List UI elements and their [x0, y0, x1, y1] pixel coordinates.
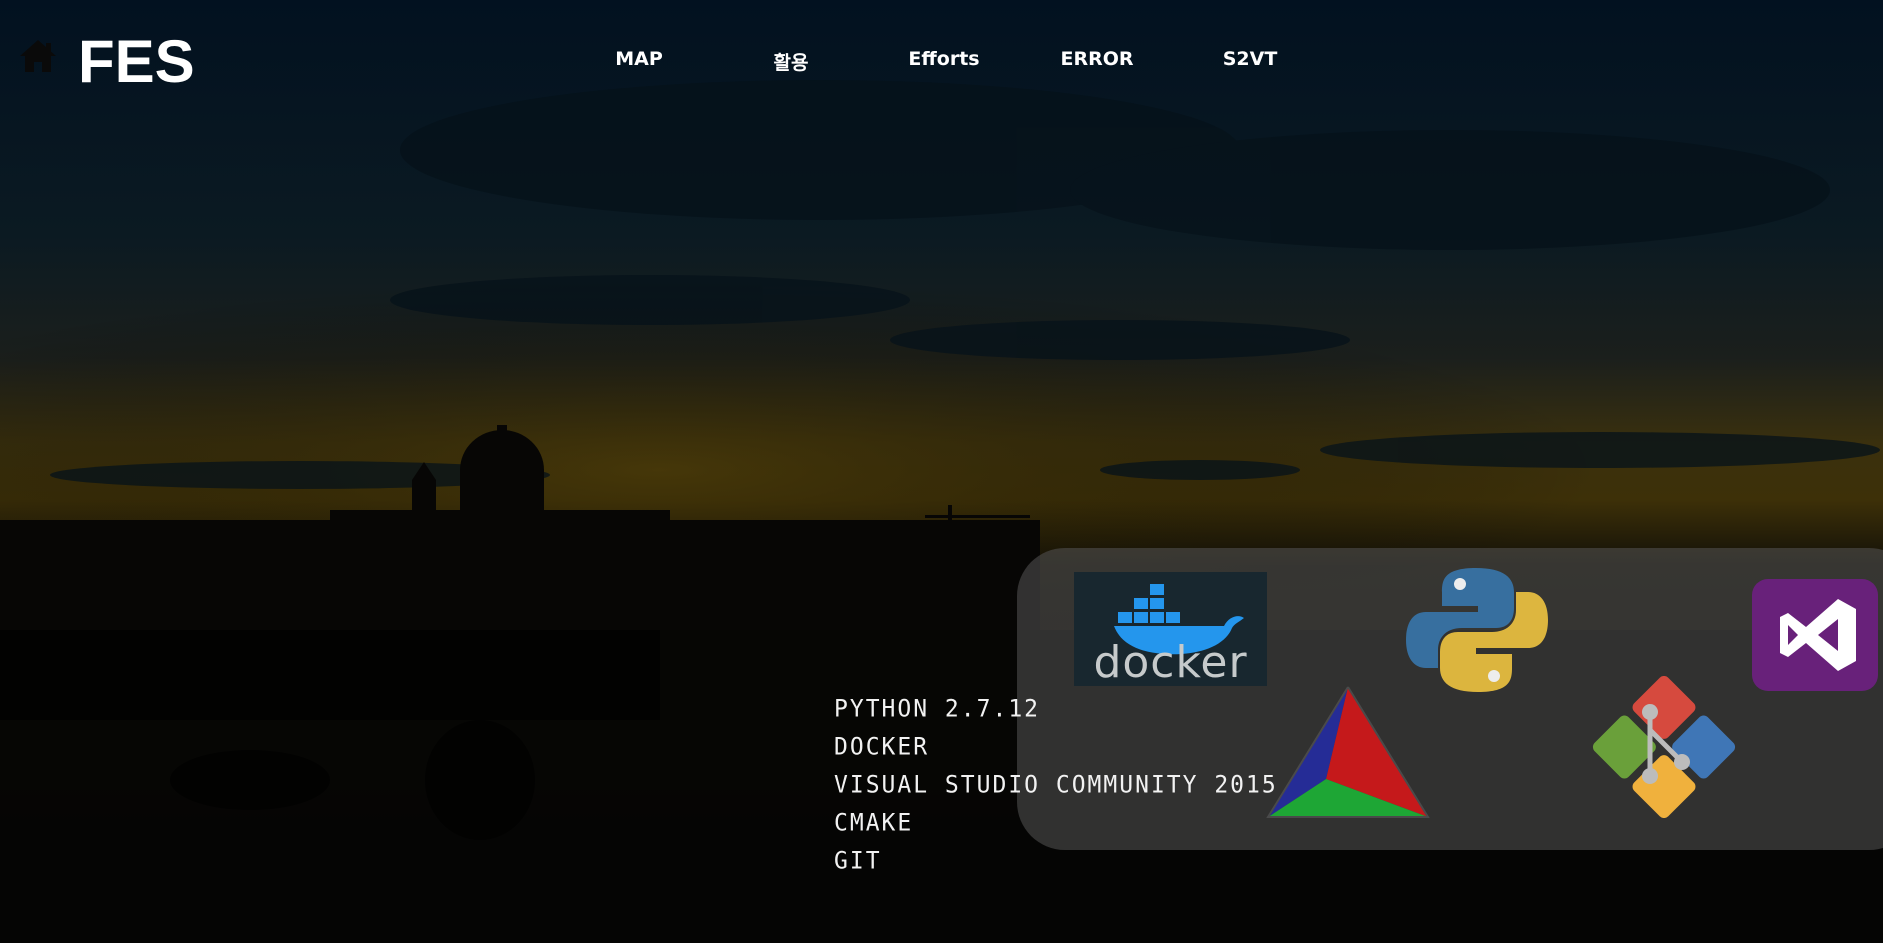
git-logo	[1592, 676, 1736, 818]
nav-item-usage[interactable]: 활용	[774, 48, 809, 75]
nav-item-efforts[interactable]: Efforts	[908, 48, 979, 70]
nav-item-s2vt[interactable]: S2VT	[1223, 48, 1278, 70]
python-logo	[1406, 568, 1548, 692]
tech-item-visual-studio: VISUAL STUDIO COMMUNITY 2015	[834, 771, 1278, 799]
cmake-logo	[1266, 686, 1430, 818]
tech-item-git: GIT	[834, 847, 882, 875]
tech-stack-list: PYTHON 2.7.12 DOCKER VISUAL STUDIO COMMU…	[834, 690, 1278, 880]
site-logo[interactable]: FES	[78, 26, 195, 98]
site-header: FES MAP 활용 Efforts ERROR S2VT	[0, 0, 1883, 120]
nav-item-map[interactable]: MAP	[615, 48, 663, 70]
tech-item-docker: DOCKER	[834, 733, 930, 761]
nav-item-error[interactable]: ERROR	[1060, 48, 1133, 70]
docker-logo: docker	[1074, 572, 1267, 688]
tech-item-cmake: CMAKE	[834, 809, 914, 837]
tech-item-python: PYTHON 2.7.12	[834, 695, 1041, 723]
docker-wordmark: docker	[1093, 637, 1248, 688]
home-icon[interactable]	[18, 36, 58, 76]
visual-studio-logo	[1752, 579, 1878, 691]
